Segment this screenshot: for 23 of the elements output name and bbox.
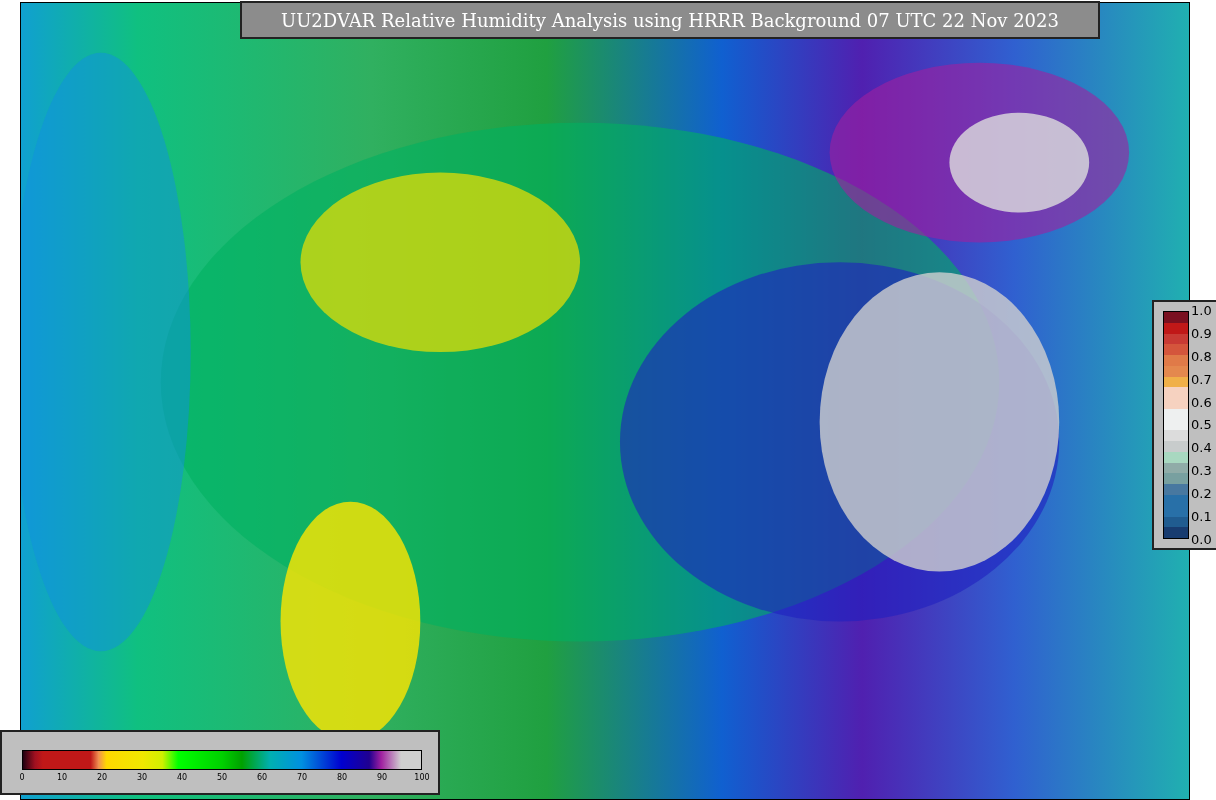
- colorbar-tick-label: 0.7: [1191, 371, 1212, 387]
- colorbar-tick-label: 0.0: [1191, 531, 1212, 547]
- colorbar-tick-label: 0.5: [1191, 417, 1212, 433]
- colorbar-tick-label: 0.9: [1191, 325, 1212, 341]
- colorbar-tick-label: 0.3: [1191, 463, 1212, 479]
- colorbar-tick-label: 10: [55, 773, 69, 782]
- colorbar-tick-label: 80: [335, 773, 349, 782]
- colorbar-tick-label: 0.2: [1191, 486, 1212, 502]
- colorbar-tick-label: 40: [175, 773, 189, 782]
- colorbar-tick-label: 90: [375, 773, 389, 782]
- colorbar-tick-label: 0.6: [1191, 394, 1212, 410]
- colorbar-tick-label: 0.8: [1191, 348, 1212, 364]
- colorbar-tick-label: 70: [295, 773, 309, 782]
- colorbar-tick-label: 0.4: [1191, 440, 1212, 456]
- colorbar-tick-label: 60: [255, 773, 269, 782]
- colorbar-tick-label: 1.0: [1191, 303, 1212, 318]
- map-title: UU2DVAR Relative Humidity Analysis using HRRR Background 07 UTC 22 Nov 2023: [240, 1, 1100, 39]
- colorbar-tick-label: 30: [135, 773, 149, 782]
- colorbar-tick-label: 0: [18, 773, 26, 782]
- colorbar-tick-label: 50: [215, 773, 229, 782]
- colorbar-tick-label: 100: [413, 773, 431, 782]
- colorbar-tick-label: 20: [95, 773, 109, 782]
- colorbar-tick-label: 0.1: [1191, 509, 1212, 524]
